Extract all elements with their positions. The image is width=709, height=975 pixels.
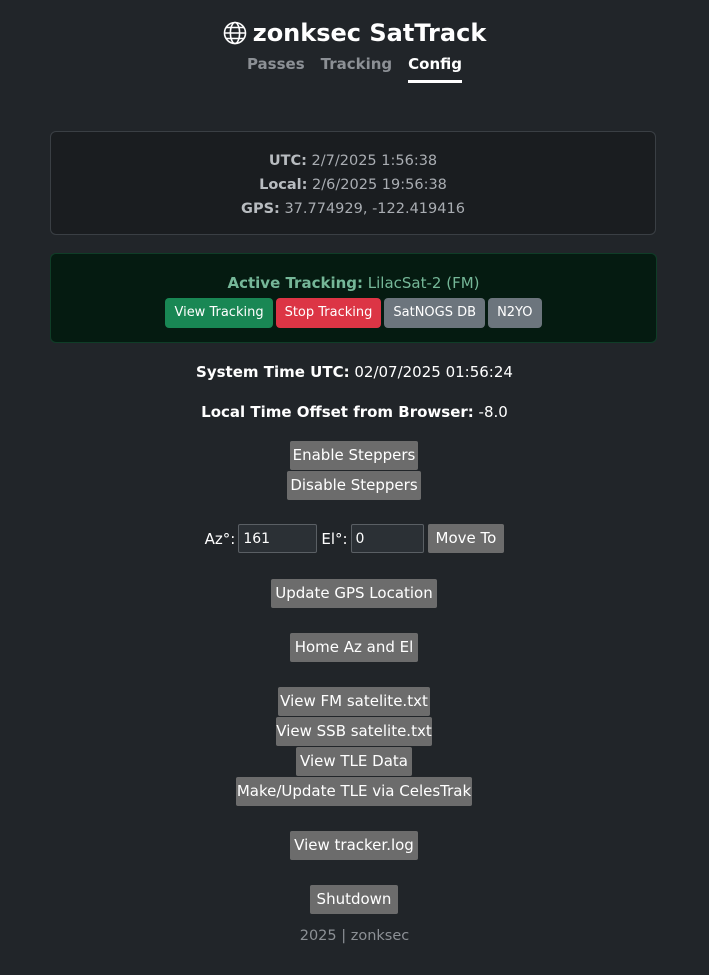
globe-icon xyxy=(223,21,247,45)
offset-label: Local Time Offset from Browser: xyxy=(201,403,474,421)
system-time-value: 02/07/2025 01:56:24 xyxy=(354,363,513,381)
az-el-controls: Az°: El°: Move To xyxy=(0,524,709,553)
main-nav: Passes Tracking Config xyxy=(0,54,709,83)
tab-passes[interactable]: Passes xyxy=(247,54,305,83)
local-label: Local: xyxy=(259,177,308,193)
az-input[interactable] xyxy=(238,524,318,553)
offset-value: -8.0 xyxy=(478,403,508,421)
shutdown-button[interactable]: Shutdown xyxy=(310,885,398,914)
update-tle-button[interactable]: Make/Update TLE via CelesTrak xyxy=(236,777,472,806)
utc-label: UTC: xyxy=(268,153,307,169)
el-label: El°: xyxy=(321,529,348,548)
stop-tracking-button[interactable]: Stop Tracking xyxy=(275,298,382,328)
enable-steppers-button[interactable]: Enable Steppers xyxy=(290,441,418,470)
tab-tracking[interactable]: Tracking xyxy=(321,54,393,83)
move-to-button[interactable]: Move To xyxy=(427,524,505,553)
time-card: UTC: 2/7/2025 1:56:38 Local: 2/6/2025 19… xyxy=(50,131,656,235)
app-title: zonksec SatTrack xyxy=(252,19,487,47)
active-tracking-satellite: LilacSat-2 (FM) xyxy=(367,274,480,292)
home-az-el-button[interactable]: Home Az and El xyxy=(290,633,418,662)
system-time-label: System Time UTC: xyxy=(196,363,350,381)
gps-row: GPS: 37.774929, -122.419416 xyxy=(51,197,655,221)
brand: zonksec SatTrack xyxy=(223,16,487,50)
active-tracking-label: Active Tracking: xyxy=(227,274,363,292)
system-time-line: System Time UTC: 02/07/2025 01:56:24 xyxy=(0,362,709,382)
app-header: zonksec SatTrack xyxy=(0,16,709,50)
tracking-button-row: View Tracking Stop Tracking SatNOGS DB N… xyxy=(51,298,656,328)
gps-label: GPS: xyxy=(241,201,280,217)
utc-value: 2/7/2025 1:56:38 xyxy=(311,153,438,169)
tab-config[interactable]: Config xyxy=(408,54,463,83)
active-tracking-line: Active Tracking: LilacSat-2 (FM) xyxy=(51,272,656,294)
update-gps-button[interactable]: Update GPS Location xyxy=(271,579,437,608)
satnogs-db-button[interactable]: SatNOGS DB xyxy=(384,298,486,328)
disable-steppers-button[interactable]: Disable Steppers xyxy=(287,471,421,500)
el-input[interactable] xyxy=(350,524,424,553)
view-fm-button[interactable]: View FM satelite.txt xyxy=(278,687,430,716)
local-row: Local: 2/6/2025 19:56:38 xyxy=(51,173,655,197)
utc-row: UTC: 2/7/2025 1:56:38 xyxy=(51,149,655,173)
footer: 2025 | zonksec xyxy=(299,928,410,944)
az-label: Az°: xyxy=(204,529,236,548)
local-value: 2/6/2025 19:56:38 xyxy=(312,177,447,193)
view-tle-button[interactable]: View TLE Data xyxy=(296,747,412,776)
n2yo-button[interactable]: N2YO xyxy=(488,298,542,328)
active-tracking-card: Active Tracking: LilacSat-2 (FM) View Tr… xyxy=(50,253,657,343)
gps-value: 37.774929, -122.419416 xyxy=(284,201,465,217)
view-ssb-button[interactable]: View SSB satelite.txt xyxy=(276,717,432,746)
view-tracker-log-button[interactable]: View tracker.log xyxy=(290,831,418,860)
offset-line: Local Time Offset from Browser: -8.0 xyxy=(0,402,709,422)
view-tracking-button[interactable]: View Tracking xyxy=(165,298,273,328)
